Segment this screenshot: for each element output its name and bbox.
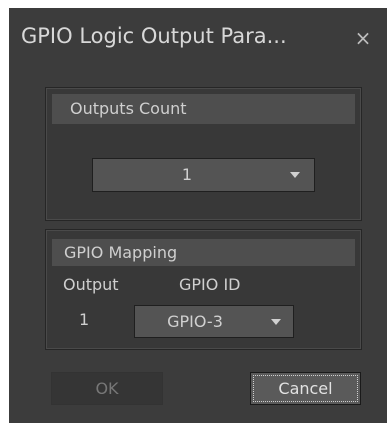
close-icon[interactable]: × (351, 26, 375, 50)
output-number: 1 (79, 310, 90, 329)
gpio-logic-output-dialog: GPIO Logic Output Para... × Outputs Coun… (9, 8, 387, 423)
gpio-mapping-header: GPIO Mapping (52, 239, 355, 266)
outputs-count-dropdown[interactable]: 1 (92, 158, 315, 192)
gpio-id-dropdown[interactable]: GPIO-3 (134, 305, 294, 338)
gpio-mapping-group: GPIO Mapping Output GPIO ID 1 GPIO-3 (45, 229, 362, 350)
outputs-count-group: Outputs Count 1 (45, 87, 362, 221)
gpio-id-value: GPIO-3 (167, 312, 223, 331)
ok-button[interactable]: OK (51, 372, 163, 405)
chevron-down-icon (271, 319, 281, 325)
outputs-count-value: 1 (181, 165, 193, 184)
gpio-id-column-header: GPIO ID (179, 275, 241, 294)
cancel-button[interactable]: Cancel (250, 372, 361, 405)
chevron-down-icon (290, 172, 300, 178)
outputs-count-header: Outputs Count (52, 94, 355, 124)
dialog-title: GPIO Logic Output Para... (21, 24, 287, 48)
title-bar[interactable]: GPIO Logic Output Para... × (9, 8, 387, 74)
output-column-header: Output (63, 275, 119, 294)
